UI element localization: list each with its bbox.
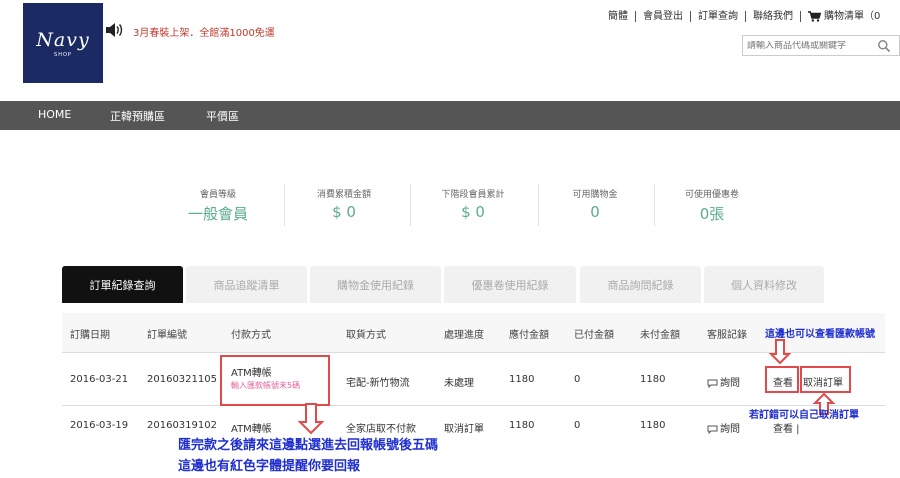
stat-value: $ 0 (461, 203, 485, 221)
col-amount-paid: 已付金額 (574, 330, 614, 341)
stat-member-level: 會員等級 一般會員 (182, 187, 254, 224)
inquiry-label: 詢問 (720, 424, 740, 435)
row1-status: 未處理 (444, 378, 474, 389)
col-amount-unpaid: 未付金額 (640, 330, 680, 341)
row2-status: 取消訂單 (444, 424, 484, 435)
top-links: 簡體 會員登出 訂單查詢 聯絡我們 購物清單（0 (608, 11, 887, 22)
top-link-order-query[interactable]: 訂單查詢 (690, 11, 745, 22)
search-input[interactable] (743, 40, 877, 51)
tab-credit-usage[interactable]: 購物金使用紀錄 (310, 266, 441, 303)
stat-label: 可使用優惠卷 (684, 190, 739, 200)
stat-divider (654, 184, 655, 226)
logo[interactable]: Navy SHOP (23, 3, 103, 83)
speaker-icon (106, 23, 123, 37)
annotation-cancel-note: 若訂錯可以自己取消訂單 (749, 410, 859, 421)
annotation-red-text-note: 這邊也有紅色字體提醒你要回報 (178, 459, 361, 474)
inquiry-label: 詢問 (720, 378, 740, 389)
search-icon[interactable] (877, 39, 891, 53)
row1-amount-paid: 0 (574, 374, 581, 385)
view-highlight-box (765, 366, 799, 393)
search-box (742, 35, 900, 56)
stat-value: 0 (590, 203, 600, 221)
col-service-record: 客服記錄 (707, 330, 747, 341)
row2-order-no[interactable]: 20160319102 (147, 420, 217, 431)
row2-amount-unpaid: 1180 (640, 420, 666, 431)
top-link-simplified[interactable]: 簡體 (608, 11, 635, 22)
col-order-date: 訂購日期 (70, 330, 110, 341)
order-table: 訂購日期 訂單編號 付款方式 取貨方式 處理進度 應付金額 已付金額 未付金額 … (62, 313, 885, 446)
top-link-logout[interactable]: 會員登出 (635, 11, 690, 22)
col-delivery: 取貨方式 (346, 330, 386, 341)
promo-banner-text[interactable]: 3月春裝上架．全館滿1000免運 (133, 24, 275, 39)
chat-icon (707, 379, 718, 388)
stat-next-level: 下階段會員累計 $ 0 (432, 187, 514, 221)
nav-item-budget[interactable]: 平價區 (206, 108, 239, 124)
top-link-contact[interactable]: 聯絡我們 (745, 11, 800, 22)
annotation-payment-note: 匯完款之後請來這邊點選進去回報帳號後五碼 (178, 438, 439, 453)
nav-item-home[interactable]: HOME (38, 108, 71, 121)
cancel-highlight-box (800, 366, 851, 393)
row2-payment: ATM轉帳 (231, 424, 272, 435)
stat-divider (538, 184, 539, 226)
arrow-down-icon (297, 403, 325, 435)
chat-icon (707, 425, 718, 434)
row2-amount-due: 1180 (509, 420, 535, 431)
stat-value: 0張 (699, 205, 725, 223)
main-nav: HOME 正韓預購區 平價區 (0, 101, 900, 130)
tab-product-tracking[interactable]: 商品追蹤清單 (186, 266, 307, 303)
row1-delivery: 宅配-新竹物流 (346, 378, 410, 389)
stat-value: $ 0 (332, 203, 356, 221)
stat-divider (410, 184, 411, 226)
row1-amount-unpaid: 1180 (640, 374, 666, 385)
logo-brand: Navy (36, 28, 90, 51)
row1-inquiry-link[interactable]: 詢問 (707, 374, 740, 389)
stat-label: 可用購物金 (572, 190, 618, 200)
tab-coupon-usage[interactable]: 優惠卷使用紀錄 (444, 266, 576, 303)
tab-profile-edit[interactable]: 個人資料修改 (704, 266, 824, 303)
row1-date: 2016-03-21 (70, 374, 129, 385)
col-amount-due: 應付金額 (509, 330, 549, 341)
row2-amount-paid: 0 (574, 420, 581, 431)
row1-order-no[interactable]: 20160321105 (147, 374, 217, 385)
payment-highlight-box (220, 355, 330, 406)
row2-date: 2016-03-19 (70, 420, 129, 431)
nav-item-korea-preorder[interactable]: 正韓預購區 (110, 108, 165, 124)
stat-label: 會員等級 (199, 190, 236, 200)
tab-order-history[interactable]: 訂單紀錄查詢 (62, 266, 183, 303)
stat-coupons: 可使用優惠卷 0張 (676, 187, 748, 224)
stat-label: 消費累積金額 (316, 190, 371, 200)
row2-view-button[interactable]: 查看 | (773, 420, 800, 435)
row1-amount-due: 1180 (509, 374, 535, 385)
cart-label: 購物清單（0 (824, 11, 881, 22)
logo-sub: SHOP (54, 51, 72, 58)
col-payment: 付款方式 (231, 330, 271, 341)
col-status: 處理進度 (444, 330, 484, 341)
stat-total-spent: 消費累積金額 $ 0 (308, 187, 380, 221)
tab-product-inquiry[interactable]: 商品詢問紀錄 (580, 266, 701, 303)
stat-divider (284, 184, 285, 226)
stat-value: 一般會員 (187, 205, 248, 223)
row2-delivery: 全家店取不付款 (346, 424, 416, 435)
row2-inquiry-link[interactable]: 詢問 (707, 420, 740, 435)
annotation-view-note: 這邊也可以查看匯款帳號 (765, 329, 875, 340)
stat-shopping-credit: 可用購物金 0 (560, 187, 630, 221)
col-order-no: 訂單編號 (147, 330, 187, 341)
arrow-down-icon (768, 339, 792, 365)
stat-label: 下階段會員累計 (441, 190, 505, 200)
cart-icon (808, 11, 821, 22)
cart-link[interactable]: 購物清單（0 (800, 11, 887, 22)
